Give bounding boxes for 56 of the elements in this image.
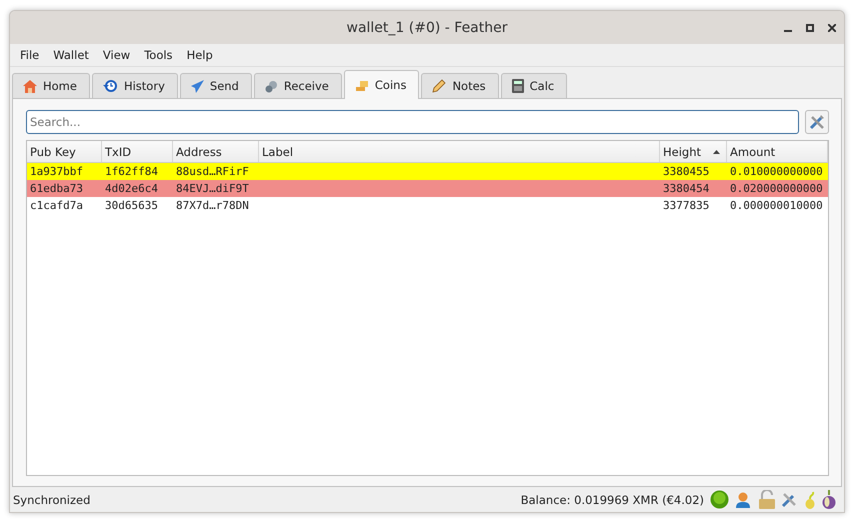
table-row[interactable]: 1a937bbf 1f62ff84 88usd…RFirF 3380455 0.010000000000 bbox=[27, 163, 828, 180]
table-cell-text: 0.010000000000 bbox=[729, 164, 824, 180]
status-text: Synchronized bbox=[13, 492, 92, 506]
table-cell-text: 0.020000000000 bbox=[729, 181, 824, 197]
column-header[interactable]: Pub Key bbox=[27, 141, 102, 162]
menu-item[interactable]: File bbox=[13, 46, 46, 64]
table-cell-text: 0.000000010000 bbox=[729, 198, 824, 214]
tools-button[interactable] bbox=[805, 110, 829, 134]
column-header[interactable]: Amount bbox=[727, 141, 828, 162]
table-cell-text: 30d65635 bbox=[104, 198, 159, 214]
close-icon[interactable] bbox=[828, 24, 836, 32]
table-cell-text: 88usd…RFirF bbox=[175, 164, 250, 180]
clock-icon bbox=[102, 79, 118, 93]
table-cell-text: c1cafd7a bbox=[29, 198, 84, 214]
tab[interactable]: Notes bbox=[421, 73, 499, 98]
padlock-icon[interactable] bbox=[759, 490, 775, 509]
column-header[interactable]: Label bbox=[259, 141, 660, 162]
maximize-icon[interactable] bbox=[806, 24, 814, 32]
column-header[interactable]: Address bbox=[173, 141, 259, 162]
status-dot-icon bbox=[710, 490, 729, 509]
tab[interactable]: Send bbox=[180, 73, 252, 98]
paper-plane-icon bbox=[190, 80, 204, 92]
tab[interactable]: Coins bbox=[344, 70, 420, 99]
menu-item[interactable]: Tools bbox=[137, 46, 180, 64]
table-cell-text: 3377835 bbox=[662, 198, 710, 214]
menu-item[interactable]: Wallet bbox=[46, 46, 96, 64]
coins-icon bbox=[354, 78, 369, 92]
calculator-icon bbox=[512, 79, 524, 93]
table-row[interactable]: 61edba73 4d02e6c4 84EVJ…diF9T 3380454 0.020000000000 bbox=[27, 180, 828, 197]
menu-item[interactable]: Help bbox=[180, 46, 220, 64]
tab[interactable]: Receive bbox=[254, 73, 342, 98]
tab[interactable]: History bbox=[92, 73, 178, 98]
tools-icon[interactable] bbox=[781, 491, 798, 508]
tab[interactable]: Calc bbox=[500, 73, 568, 98]
table-cell-text: 87X7d…r78DN bbox=[175, 198, 250, 214]
table-cell-text: 4d02e6c4 bbox=[104, 181, 159, 197]
column-header[interactable]: TxID bbox=[102, 141, 173, 162]
sort-arrow-icon bbox=[713, 150, 720, 154]
table-cell-text: 3380454 bbox=[662, 181, 710, 197]
tools-icon bbox=[809, 114, 825, 130]
search-field[interactable]: Search... bbox=[26, 110, 799, 134]
table-cell-text: 84EVJ…diF9T bbox=[175, 181, 250, 197]
pencil-icon bbox=[432, 79, 446, 93]
onion-icon[interactable] bbox=[822, 490, 836, 509]
menu-item[interactable]: View bbox=[96, 46, 138, 64]
house-icon bbox=[23, 80, 37, 92]
window-title: wallet_1 (#0) - Feather bbox=[346, 20, 508, 36]
table-cell-text: 61edba73 bbox=[29, 181, 84, 197]
person-icon[interactable] bbox=[735, 490, 753, 508]
tab[interactable]: Home bbox=[12, 73, 90, 98]
table-cell-text: 1f62ff84 bbox=[104, 164, 159, 180]
table-cell-text: 1a937bbf bbox=[29, 164, 84, 180]
balance-text: Balance: 0.019969 XMR (€4.02) bbox=[520, 492, 704, 506]
column-header[interactable]: Height bbox=[660, 141, 727, 162]
table-cell-text: 3380455 bbox=[662, 164, 710, 180]
coin-icon bbox=[264, 80, 278, 92]
